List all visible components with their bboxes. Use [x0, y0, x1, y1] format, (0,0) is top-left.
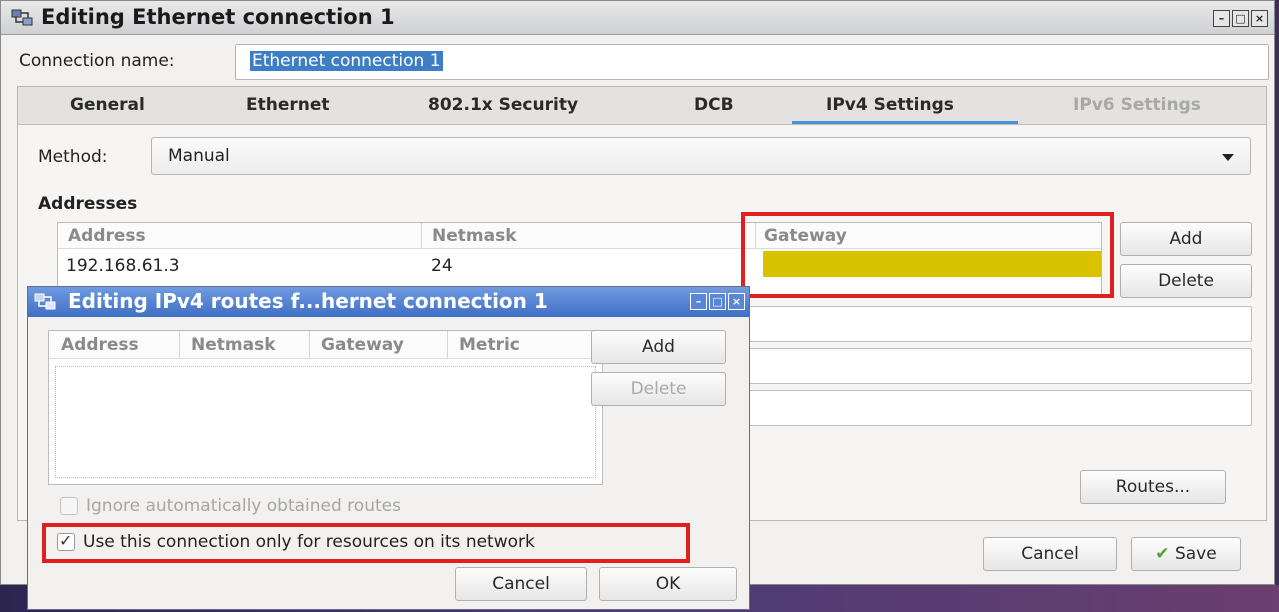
checkmark-icon: ✔: [1155, 544, 1170, 564]
search-domains-input[interactable]: [734, 348, 1252, 384]
only-resources-annotation-box: [42, 523, 690, 563]
column-netmask[interactable]: Netmask: [191, 335, 276, 355]
ignore-routes-label: Ignore automatically obtained routes: [86, 496, 401, 516]
tab-bar: General Ethernet 802.1x Security DCB IPv…: [18, 87, 1266, 125]
routes-table[interactable]: Address Netmask Gateway Metric: [48, 330, 603, 485]
routes-list-area[interactable]: [55, 366, 596, 478]
routes-dialog-titlebar: Editing IPv4 routes f...hernet connectio…: [28, 287, 749, 317]
checkbox-box: [60, 497, 78, 515]
cancel-button[interactable]: Cancel: [983, 537, 1117, 571]
tab-general[interactable]: General: [70, 95, 145, 115]
tab-ipv6-settings: IPv6 Settings: [1073, 95, 1201, 115]
main-window-title: Editing Ethernet connection 1: [41, 5, 395, 29]
network-connection-icon: [34, 293, 56, 310]
minimize-icon[interactable]: –: [690, 293, 707, 310]
maximize-icon[interactable]: □: [1232, 10, 1249, 27]
main-titlebar: Editing Ethernet connection 1 – □ ×: [1, 1, 1274, 35]
maximize-icon[interactable]: □: [709, 293, 726, 310]
tab-ethernet[interactable]: Ethernet: [246, 95, 330, 115]
network-connection-icon: [11, 9, 33, 26]
connection-name-input[interactable]: Ethernet connection 1: [235, 44, 1269, 80]
tab-8021x-security[interactable]: 802.1x Security: [428, 95, 578, 115]
connection-name-label: Connection name:: [19, 51, 175, 71]
dhcp-client-id-input[interactable]: [734, 390, 1252, 426]
column-metric[interactable]: Metric: [459, 335, 520, 355]
close-icon[interactable]: ×: [1251, 10, 1268, 27]
dns-servers-input[interactable]: [734, 306, 1252, 342]
save-button[interactable]: ✔ Save: [1131, 537, 1241, 571]
column-address[interactable]: Address: [61, 335, 139, 355]
column-address[interactable]: Address: [68, 226, 146, 246]
method-dropdown[interactable]: Manual: [151, 137, 1251, 175]
routes-cancel-button[interactable]: Cancel: [455, 567, 587, 601]
routes-ok-button[interactable]: OK: [599, 567, 737, 601]
add-address-button[interactable]: Add: [1120, 222, 1252, 256]
connection-name-row: Connection name: Ethernet connection 1: [1, 41, 1274, 83]
gateway-annotation-box: [741, 212, 1114, 298]
method-label: Method:: [38, 147, 108, 167]
save-button-label: Save: [1174, 544, 1217, 564]
connection-name-value: Ethernet connection 1: [250, 51, 443, 71]
routes-button[interactable]: Routes...: [1080, 470, 1226, 504]
delete-address-button[interactable]: Delete: [1120, 264, 1252, 298]
column-netmask[interactable]: Netmask: [432, 226, 517, 246]
active-tab-indicator: [792, 121, 1018, 124]
routes-dialog-title: Editing IPv4 routes f...hernet connectio…: [68, 289, 548, 313]
routes-dialog: Editing IPv4 routes f...hernet connectio…: [27, 286, 750, 610]
routes-table-header: Address Netmask Gateway Metric: [49, 331, 602, 359]
method-value: Manual: [168, 146, 230, 166]
chevron-down-icon: [1222, 154, 1234, 161]
tab-ipv4-settings[interactable]: IPv4 Settings: [826, 95, 954, 115]
row-address-cell: 192.168.61.3: [66, 256, 180, 276]
delete-route-button: Delete: [591, 372, 726, 406]
close-icon[interactable]: ×: [728, 293, 745, 310]
minimize-icon[interactable]: –: [1213, 10, 1230, 27]
addresses-heading: Addresses: [38, 194, 138, 214]
add-route-button[interactable]: Add: [591, 330, 726, 364]
ignore-routes-checkbox: Ignore automatically obtained routes: [60, 496, 401, 516]
column-gateway[interactable]: Gateway: [321, 335, 404, 355]
tab-dcb[interactable]: DCB: [694, 95, 734, 115]
row-netmask-cell: 24: [431, 256, 453, 276]
